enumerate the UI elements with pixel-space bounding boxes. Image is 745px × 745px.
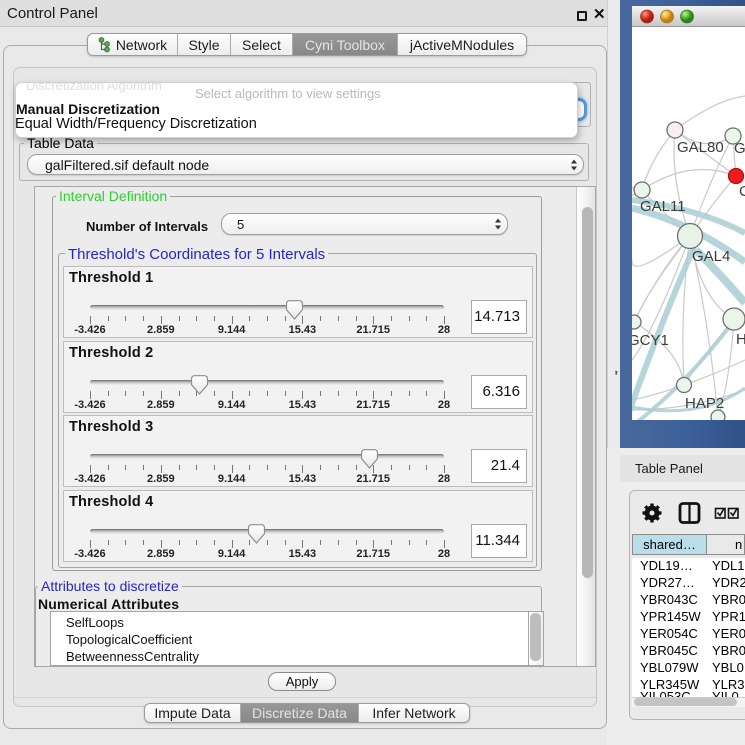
svg-text:GAL80: GAL80 [677,139,724,156]
svg-text:H: H [736,331,745,348]
svg-text:GAL11: GAL11 [640,198,686,215]
svg-text:C: C [739,183,745,200]
svg-text:HAP2: HAP2 [685,395,724,412]
svg-text:GCY1: GCY1 [632,332,669,349]
svg-text:GAL4: GAL4 [692,248,730,265]
svg-text:G.: G. [734,140,745,157]
